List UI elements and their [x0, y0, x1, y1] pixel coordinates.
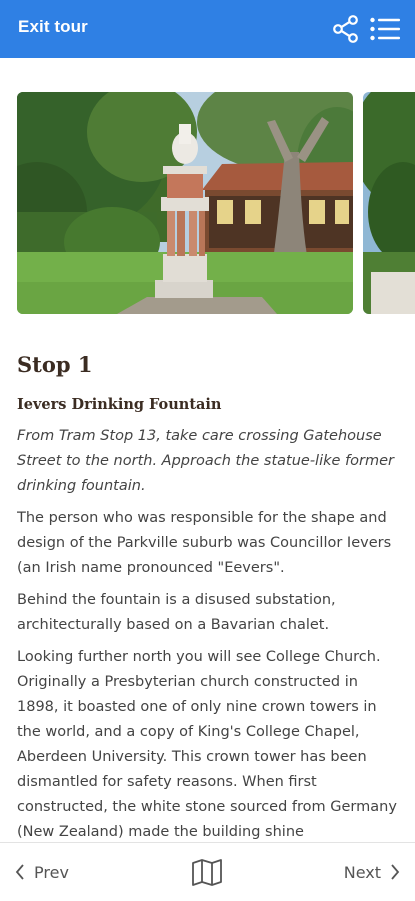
next-button[interactable]: Next: [344, 859, 401, 885]
stop-subtitle: Ievers Drinking Fountain: [17, 396, 222, 413]
exit-tour-button[interactable]: Exit tour: [18, 17, 88, 37]
list-icon[interactable]: [369, 15, 401, 43]
stop-intro: From Tram Stop 13, take care crossing Ga…: [17, 428, 394, 494]
stop-paragraph: Behind the fountain is a disused substat…: [17, 592, 336, 633]
prev-label: Prev: [34, 862, 69, 882]
fountain-photo: [17, 92, 353, 314]
next-label: Next: [343, 862, 381, 882]
stop-content: Stop 1 Ievers Drinking Fountain From Tra…: [17, 340, 397, 842]
next-photo-preview[interactable]: [363, 92, 415, 314]
photo-carousel[interactable]: [0, 58, 415, 328]
map-icon[interactable]: [191, 858, 223, 886]
top-bar: Exit tour: [0, 0, 415, 58]
stop-paragraph: Looking further north you will see Colle…: [17, 649, 397, 840]
share-icon[interactable]: [331, 14, 361, 44]
chevron-left-icon: [15, 864, 24, 880]
bottom-navigation: Prev Next: [0, 842, 415, 901]
stop-title: Stop 1: [17, 352, 93, 377]
chevron-right-icon: [391, 864, 400, 880]
prev-button[interactable]: Prev: [14, 859, 69, 885]
stop-paragraph: The person who was responsible for the s…: [17, 510, 392, 576]
